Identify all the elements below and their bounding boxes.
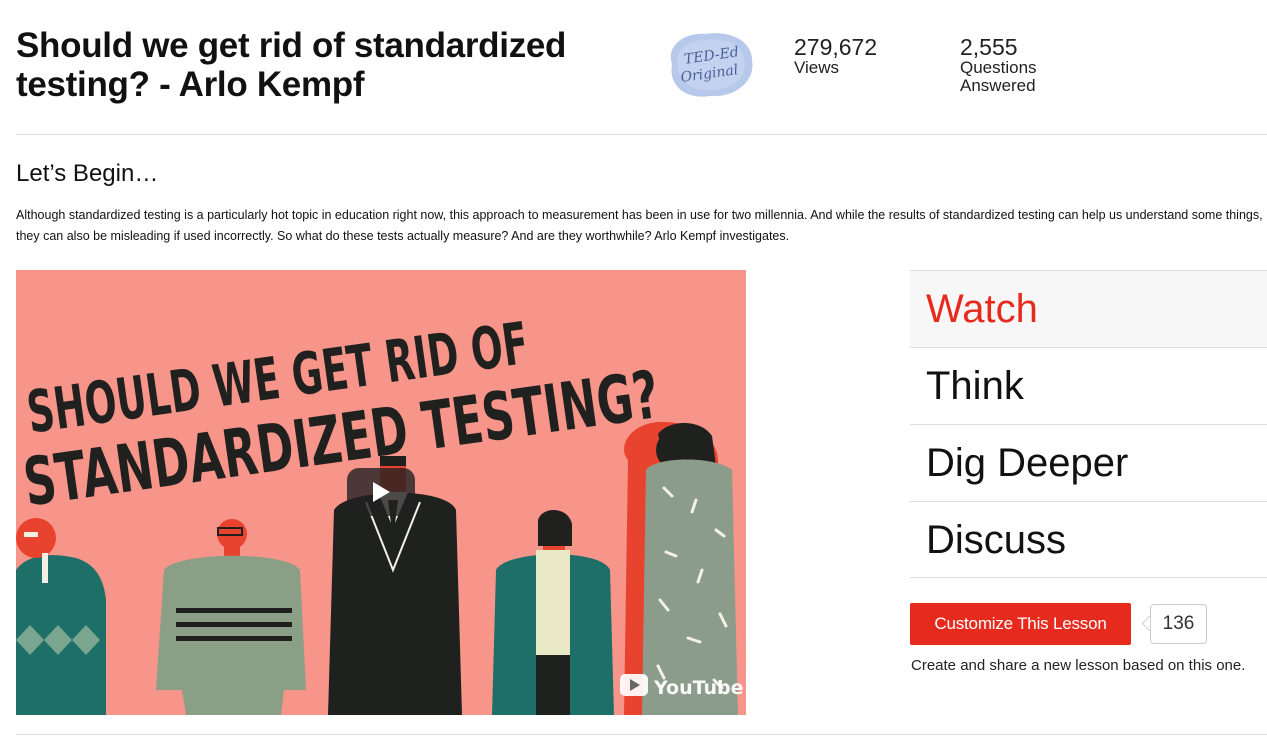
- answered-label-2: Answered: [960, 76, 1036, 95]
- tab-discuss[interactable]: Discuss: [910, 501, 1267, 578]
- figure-patterned-dress: [624, 421, 738, 715]
- page-title: Should we get rid of standardized testin…: [16, 26, 567, 104]
- views-stat: 279,672 Views: [794, 35, 877, 77]
- tab-watch[interactable]: Watch: [910, 270, 1267, 347]
- section-heading: Let’s Begin…: [16, 160, 159, 187]
- header-divider: [16, 134, 1267, 135]
- customize-count-badge: 136: [1150, 604, 1207, 644]
- tab-dig-deeper[interactable]: Dig Deeper: [910, 424, 1267, 501]
- views-count: 279,672: [794, 34, 878, 60]
- views-label: Views: [794, 58, 840, 77]
- customize-note: Create and share a new lesson based on t…: [911, 657, 1246, 674]
- video-player[interactable]: SHOULD WE GET RID OF STANDARDIZED TESTIN…: [16, 270, 746, 715]
- youtube-label: YouTube: [653, 677, 743, 699]
- lesson-tabs: Watch Think Dig Deeper Discuss: [910, 270, 1267, 578]
- youtube-logo[interactable]: YouTube: [620, 674, 743, 699]
- tab-think[interactable]: Think: [910, 347, 1267, 424]
- answered-label-1: Questions: [960, 58, 1037, 77]
- customize-lesson-button[interactable]: Customize This Lesson: [910, 603, 1131, 645]
- lesson-header: Should we get rid of standardized testin…: [16, 24, 1267, 134]
- answered-count: 2,555: [960, 34, 1018, 60]
- footer-divider: [16, 734, 1267, 735]
- play-button[interactable]: [347, 468, 415, 516]
- ted-ed-original-badge: TED-Ed Original: [662, 26, 758, 102]
- questions-answered-stat: 2,555 Questions Answered: [960, 35, 1080, 95]
- lesson-description: Although standardized testing is a parti…: [16, 208, 1263, 243]
